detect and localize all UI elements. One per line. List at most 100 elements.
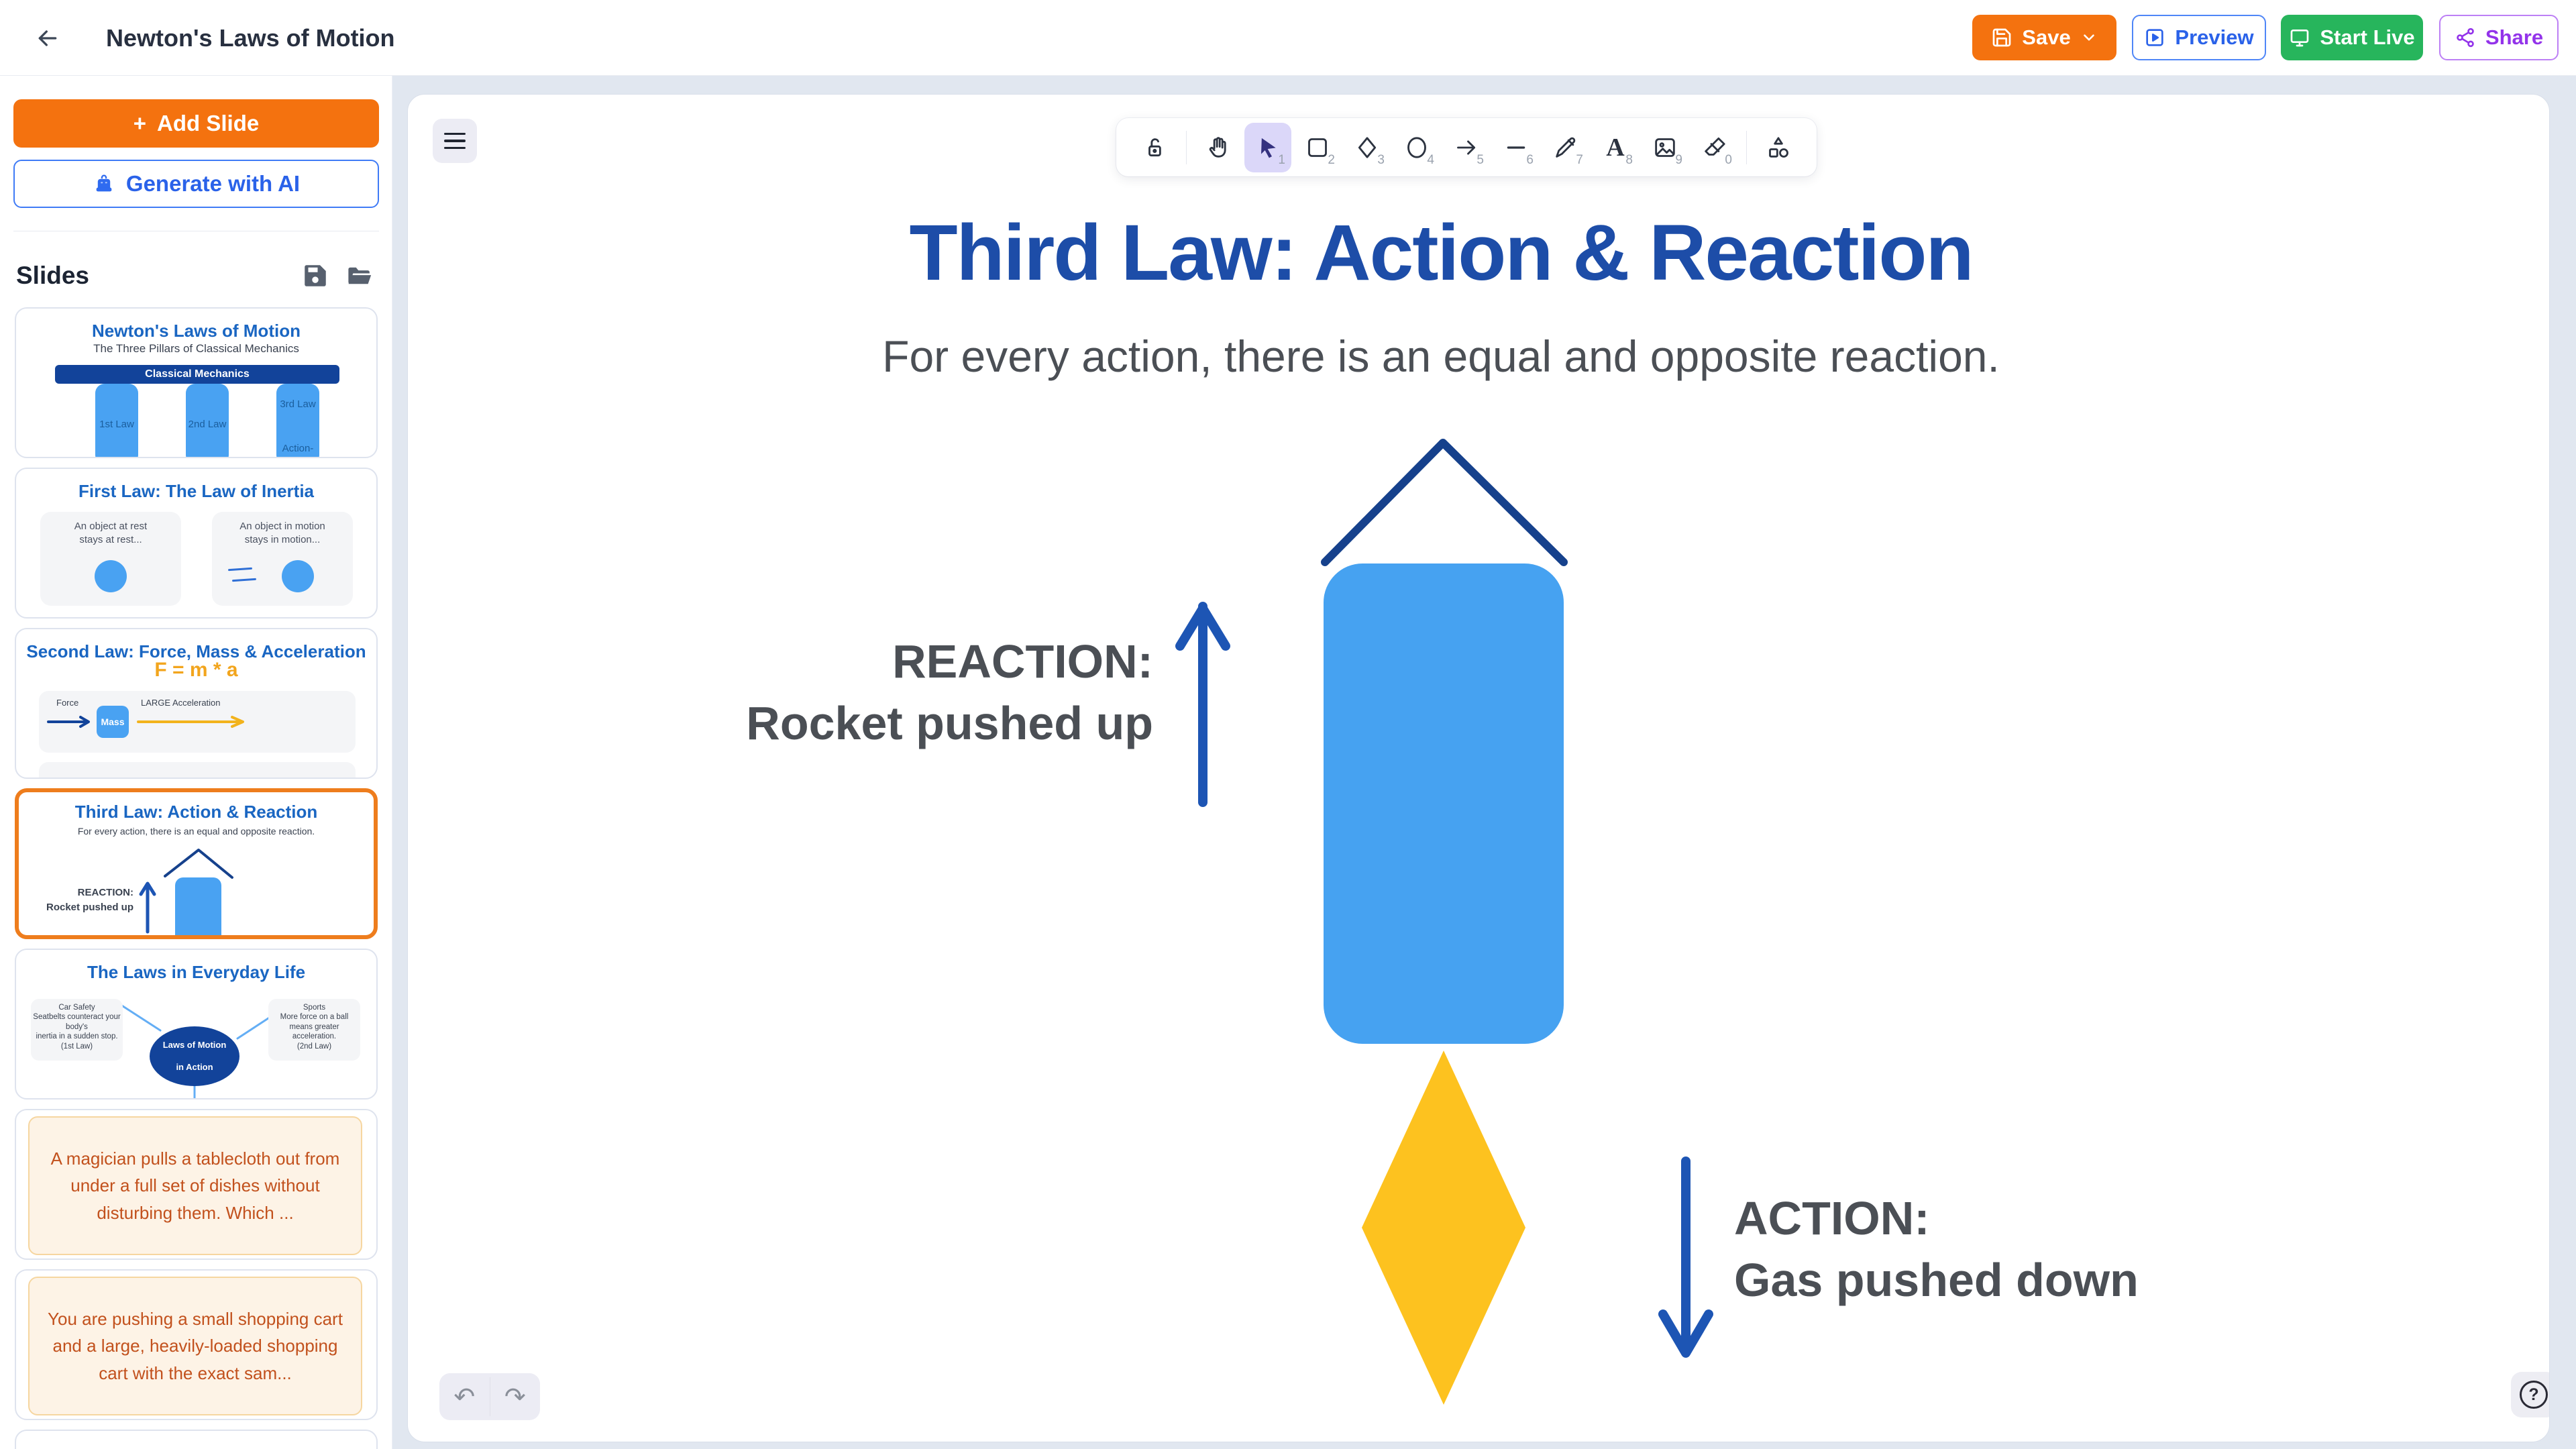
- redo-button[interactable]: ↷: [490, 1373, 541, 1420]
- thumb2-motion-line: [228, 568, 252, 572]
- redo-icon: ↷: [504, 1382, 526, 1412]
- undo-redo-group: ↶ ↷: [439, 1373, 540, 1420]
- thumb2-ball-in-motion: [282, 560, 314, 592]
- slide-thumbnail-1[interactable]: Newton's Laws of Motion The Three Pillar…: [15, 307, 378, 458]
- slide-thumbnail-6[interactable]: A magician pulls a tablecloth out from u…: [15, 1109, 378, 1260]
- hand-tool[interactable]: [1195, 123, 1242, 172]
- start-live-label: Start Live: [2320, 25, 2414, 50]
- rocket-nose-cone: [1325, 443, 1564, 562]
- document-title: Newton's Laws of Motion: [106, 0, 395, 76]
- help-button[interactable]: ?: [2511, 1372, 2550, 1417]
- thumb6-quiz-text: A magician pulls a tablecloth out from u…: [44, 1145, 347, 1226]
- toolbar-divider: [1746, 131, 1747, 164]
- thumb2-rest-card: An object at rest stays at rest...: [40, 512, 181, 606]
- play-square-icon: [2144, 27, 2165, 48]
- start-live-button[interactable]: Start Live: [2281, 15, 2423, 60]
- thumb4-nose-cone: [162, 846, 235, 879]
- thumb4-reaction-line2: Rocket pushed up: [19, 902, 133, 913]
- thumb5-center-ellipse: Laws of Motion in Action: [150, 1026, 239, 1086]
- back-arrow-icon[interactable]: [32, 23, 63, 54]
- slide-thumbnail-5[interactable]: The Laws in Everyday Life Car Safety Sea…: [15, 949, 378, 1099]
- toolbar-divider: [1186, 131, 1187, 164]
- slide-thumbnail-8-partial[interactable]: [15, 1430, 378, 1449]
- monitor-icon: [2289, 27, 2310, 48]
- thumb2-motion-line: [232, 578, 256, 582]
- slide-thumbnail-7[interactable]: You are pushing a small shopping cart an…: [15, 1269, 378, 1420]
- reaction-label-line1[interactable]: REACTION:: [892, 638, 1153, 685]
- slide-thumbnail-4-selected[interactable]: Third Law: Action & Reaction For every a…: [15, 788, 378, 939]
- sidebar: + Add Slide Generate with AI Slides Newt…: [0, 76, 392, 1449]
- hamburger-icon: [444, 133, 466, 136]
- diamond-tool[interactable]: 3: [1344, 123, 1391, 172]
- editor-canvas[interactable]: 1 2 3 4 5 6 7: [407, 94, 2550, 1442]
- selection-tool[interactable]: 1: [1244, 123, 1291, 172]
- save-deck-icon[interactable]: [301, 262, 329, 290]
- undo-button[interactable]: ↶: [439, 1373, 490, 1420]
- preview-label: Preview: [2175, 25, 2253, 50]
- add-slide-label: Add Slide: [157, 111, 259, 136]
- canvas-menu-button[interactable]: [433, 119, 477, 163]
- save-button[interactable]: Save: [1972, 15, 2116, 60]
- slides-header-row: Slides: [16, 259, 376, 292]
- thumb3-mass-box: Mass: [97, 706, 129, 738]
- share-nodes-icon: [2455, 27, 2476, 48]
- reaction-up-arrow: [1180, 606, 1226, 802]
- rocket-body-shape[interactable]: [1324, 564, 1564, 1044]
- eraser-tool[interactable]: 0: [1691, 123, 1738, 172]
- thumb2-motion-card: An object in motion stays in motion...: [212, 512, 353, 606]
- thumb4-reaction-line1: REACTION:: [19, 887, 133, 898]
- thumb4-title: Third Law: Action & Reaction: [19, 802, 374, 822]
- chevron-down-icon: [2080, 29, 2098, 46]
- thumb1-title: Newton's Laws of Motion: [16, 321, 376, 341]
- plus-icon: +: [133, 111, 146, 136]
- slide-subtitle[interactable]: For every action, there is an equal and …: [408, 331, 2474, 382]
- draw-tool[interactable]: 7: [1542, 123, 1589, 172]
- slides-heading: Slides: [16, 262, 89, 289]
- slide-thumbnail-3[interactable]: Second Law: Force, Mass & Acceleration F…: [15, 628, 378, 779]
- thumb7-quiz-panel: You are pushing a small shopping cart an…: [28, 1277, 362, 1415]
- lock-tool[interactable]: [1131, 123, 1178, 172]
- slide-title[interactable]: Third Law: Action & Reaction: [408, 207, 2474, 299]
- save-label: Save: [2022, 25, 2070, 50]
- open-folder-icon[interactable]: [345, 262, 374, 290]
- thumb1-pillar-3: 3rd Law Action-: [276, 384, 319, 458]
- action-label-line2[interactable]: Gas pushed down: [1734, 1256, 2139, 1303]
- thumb6-quiz-panel: A magician pulls a tablecloth out from u…: [28, 1116, 362, 1255]
- floppy-icon: [1991, 27, 2012, 48]
- image-tool[interactable]: 9: [1642, 123, 1688, 172]
- share-label: Share: [2485, 25, 2543, 50]
- reaction-label-line2[interactable]: Rocket pushed up: [746, 700, 1153, 747]
- generate-with-ai-button[interactable]: Generate with AI: [13, 160, 379, 208]
- slide-thumbnail-2[interactable]: First Law: The Law of Inertia An object …: [15, 468, 378, 619]
- thumb3-formula: F = m * a: [16, 659, 376, 682]
- more-shapes-tool[interactable]: [1755, 123, 1802, 172]
- ellipse-tool[interactable]: 4: [1393, 123, 1440, 172]
- line-tool[interactable]: 6: [1493, 123, 1540, 172]
- thumb1-pillar-2: 2nd Law: [186, 384, 229, 458]
- add-slide-button[interactable]: + Add Slide: [13, 99, 379, 148]
- thumb1-pillar-1: 1st Law: [95, 384, 138, 458]
- thumb4-rocket-body: [175, 877, 221, 939]
- flame-diamond: [1362, 1051, 1525, 1405]
- drawing-toolbar: 1 2 3 4 5 6 7: [1116, 118, 1817, 176]
- action-label-line1[interactable]: ACTION:: [1734, 1195, 1930, 1242]
- thumb1-subtitle: The Three Pillars of Classical Mechanics: [16, 342, 376, 356]
- thumb3-diagram-panel: Force Mass LARGE Acceleration: [39, 691, 356, 753]
- action-down-arrow: [1663, 1161, 1709, 1353]
- arrow-tool[interactable]: 5: [1443, 123, 1490, 172]
- generate-ai-label: Generate with AI: [126, 171, 300, 197]
- question-mark-icon: ?: [2520, 1381, 2548, 1409]
- text-tool[interactable]: A 8: [1592, 123, 1639, 172]
- share-button[interactable]: Share: [2439, 15, 2559, 60]
- preview-button[interactable]: Preview: [2132, 15, 2266, 60]
- thumb3-acceleration-arrow: [137, 715, 251, 729]
- thumb5-sports-card: Sports More force on a ball means greate…: [268, 999, 360, 1061]
- rectangle-tool[interactable]: 2: [1294, 123, 1341, 172]
- undo-icon: ↶: [453, 1382, 475, 1412]
- thumb3-force-arrow: [47, 715, 95, 729]
- thumb5-car-safety-card: Car Safety Seatbelts counteract your bod…: [31, 999, 123, 1061]
- thumb2-ball-at-rest: [95, 560, 127, 592]
- thumb3-partial-panel: [39, 762, 356, 779]
- ai-robot-icon: [93, 172, 115, 195]
- top-bar: Newton's Laws of Motion Save Preview Sta…: [0, 0, 2576, 76]
